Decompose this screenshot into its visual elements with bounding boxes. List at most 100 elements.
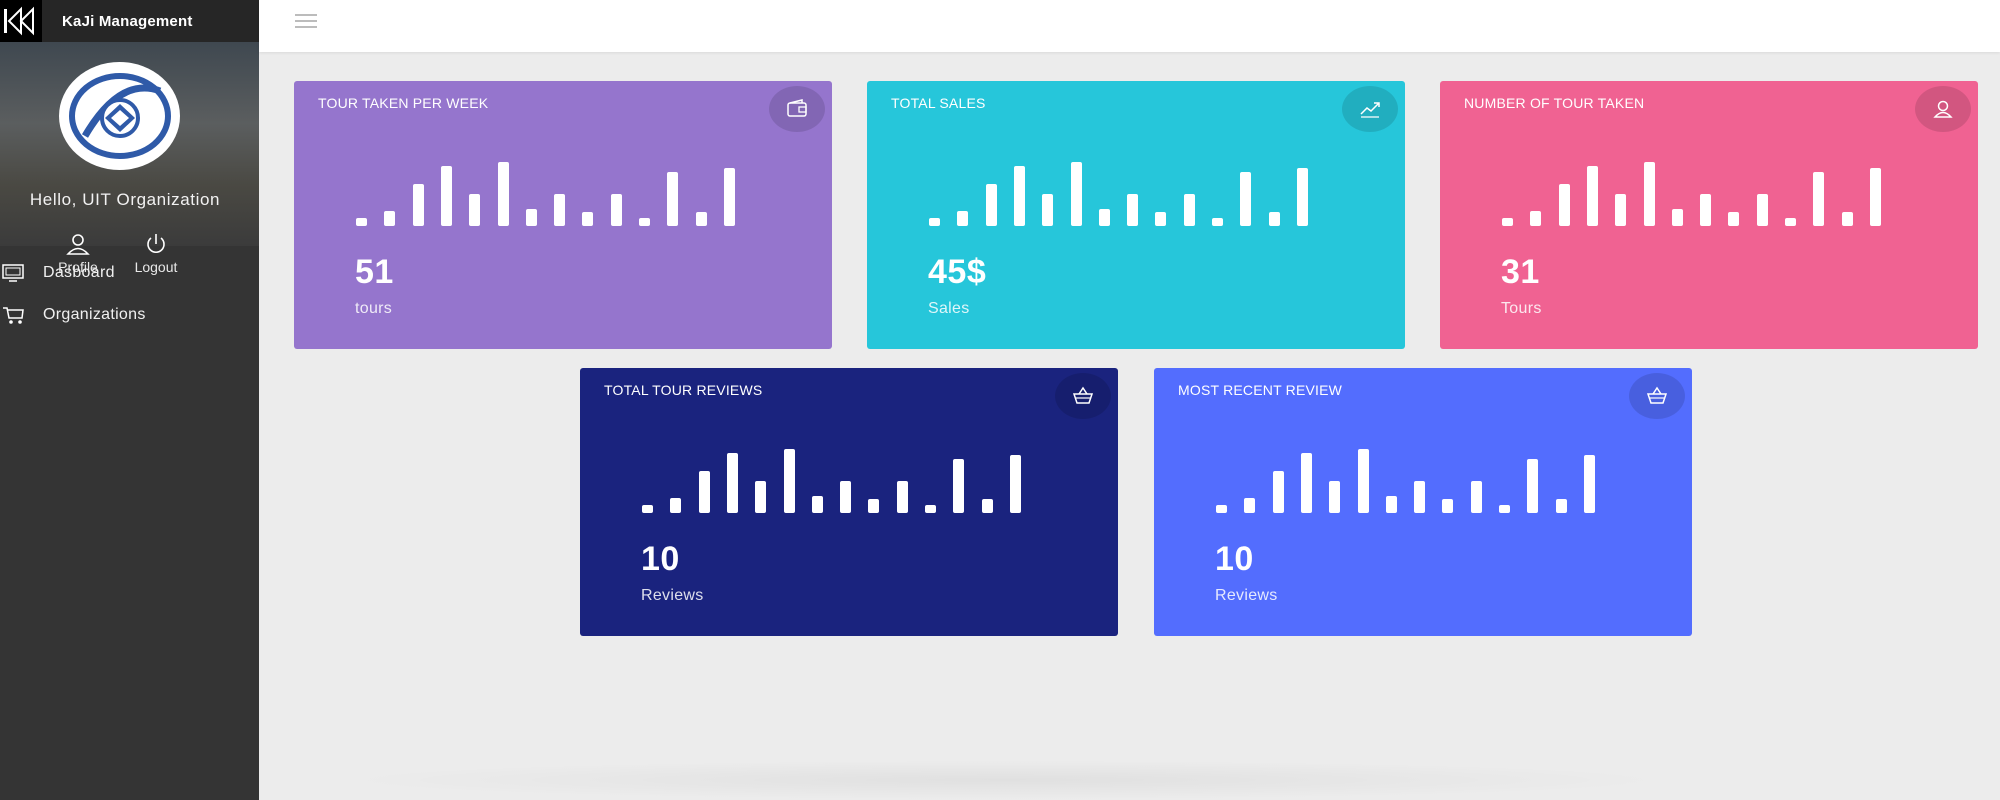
- stat-card-recent-review: MOST RECENT REVIEW 10 Reviews: [1154, 368, 1692, 636]
- sidebar-item-label: Dasboard: [43, 264, 115, 281]
- card-icon-button[interactable]: [769, 86, 825, 132]
- sparkline-bar: [1070, 162, 1082, 226]
- basket-icon: [1646, 386, 1668, 404]
- wallet-icon: [787, 99, 807, 117]
- sidebar-nav: Dasboard Organizations: [0, 252, 259, 336]
- sparkline-bar: [1470, 481, 1482, 513]
- sparkline-bar: [981, 499, 993, 513]
- sparkline-bar: [1756, 194, 1768, 226]
- sparkline-bar: [695, 212, 707, 226]
- card-title: TOTAL SALES: [891, 95, 986, 111]
- sparkline-bar: [1216, 505, 1227, 513]
- sparkline-bar: [642, 505, 653, 513]
- stat-card-tours-per-week: TOUR TAKEN PER WEEK 51 tours: [294, 81, 832, 349]
- sidebar-item-dashboard[interactable]: Dasboard: [0, 252, 259, 294]
- sparkline-bar: [440, 165, 452, 226]
- stat-card-total-sales: TOTAL SALES 45$ Sales: [867, 81, 1405, 349]
- card-title: TOTAL TOUR REVIEWS: [604, 382, 763, 398]
- sparkline-bar: [1042, 194, 1054, 226]
- sparkline-bar: [497, 162, 509, 226]
- monitor-icon: [2, 264, 24, 282]
- sparkline-bar: [554, 194, 566, 226]
- sparkline-bar: [868, 499, 880, 513]
- user-panel: Hello, UIT Organization Profile Logout: [0, 42, 259, 275]
- card-icon-button[interactable]: [1055, 373, 1111, 419]
- sparkline-bar: [1385, 495, 1397, 513]
- card-unit: Tours: [1501, 300, 1542, 317]
- sparkline-bar: [1127, 194, 1139, 226]
- footer-shadow: [330, 760, 1680, 800]
- sparkline-bar: [639, 218, 650, 226]
- sparkline-bar: [1244, 497, 1256, 513]
- sparkline-bar: [1013, 165, 1025, 226]
- sparkline-bar: [1009, 454, 1021, 513]
- sparkline-bar: [670, 497, 682, 513]
- card-value: 51: [355, 253, 394, 291]
- sparkline-bar: [667, 171, 679, 226]
- sparkline-bar: [356, 218, 367, 226]
- sparkline-chart: [1502, 156, 1882, 226]
- sparkline-chart: [929, 156, 1309, 226]
- card-title: TOUR TAKEN PER WEEK: [318, 95, 489, 111]
- sparkline-bar: [1502, 218, 1513, 226]
- stat-card-number-of-tours: NUMBER OF TOUR TAKEN 31 Tours: [1440, 81, 1978, 349]
- sparkline-bar: [1240, 171, 1252, 226]
- card-icon-button[interactable]: [1915, 86, 1971, 132]
- cart-icon: [3, 307, 24, 324]
- organization-logo-icon: [68, 73, 171, 159]
- sparkline-bar: [1155, 212, 1167, 226]
- sparkline-bar: [1643, 162, 1655, 226]
- avatar[interactable]: [59, 62, 180, 170]
- sidebar-item-label: Organizations: [43, 306, 146, 323]
- sparkline-bar: [1671, 208, 1683, 226]
- sparkline-bar: [610, 194, 622, 226]
- sparkline-bar: [840, 481, 852, 513]
- sparkline-chart: [356, 156, 736, 226]
- sparkline-bar: [1841, 212, 1853, 226]
- sparkline-bar: [896, 481, 908, 513]
- sparkline-bar: [1869, 167, 1881, 226]
- sparkline-bar: [1268, 212, 1280, 226]
- sparkline-bar: [1183, 194, 1195, 226]
- sparkline-bar: [1329, 481, 1341, 513]
- sparkline-bar: [783, 449, 795, 513]
- menu-toggle-icon[interactable]: [295, 14, 317, 30]
- sparkline-bar: [1296, 167, 1308, 226]
- card-icon-button[interactable]: [1629, 373, 1685, 419]
- user-icon: [1933, 100, 1953, 118]
- sparkline-bar: [755, 481, 767, 513]
- sparkline-bar: [384, 210, 396, 226]
- top-bar: [259, 0, 2000, 52]
- app-logo[interactable]: [0, 0, 42, 42]
- sparkline-bar: [1098, 208, 1110, 226]
- logo-icon: [4, 6, 34, 36]
- sparkline-bar: [1414, 481, 1426, 513]
- card-value: 10: [1215, 540, 1254, 578]
- card-value: 45$: [928, 253, 987, 291]
- sparkline-bar: [1499, 505, 1510, 513]
- sparkline-bar: [1530, 210, 1542, 226]
- brand-bar: KaJi Management: [0, 0, 259, 42]
- sparkline-bar: [985, 184, 997, 226]
- card-unit: Reviews: [1215, 587, 1278, 604]
- sparkline-bar: [953, 458, 965, 513]
- sparkline-bar: [957, 210, 969, 226]
- card-value: 31: [1501, 253, 1540, 291]
- sparkline-bar: [1558, 184, 1570, 226]
- sparkline-bar: [723, 167, 735, 226]
- sparkline-bar: [1555, 499, 1567, 513]
- card-icon-button[interactable]: [1342, 86, 1398, 132]
- sparkline-bar: [726, 452, 738, 513]
- basket-icon: [1072, 386, 1094, 404]
- sparkline-bar: [1527, 458, 1539, 513]
- sidebar-item-organizations[interactable]: Organizations: [0, 294, 259, 336]
- sparkline-chart: [1216, 443, 1596, 513]
- sparkline-bar: [1615, 194, 1627, 226]
- sparkline-bar: [582, 212, 594, 226]
- stat-card-total-reviews: TOTAL TOUR REVIEWS 10 Reviews: [580, 368, 1118, 636]
- card-unit: Reviews: [641, 587, 704, 604]
- card-title: MOST RECENT REVIEW: [1178, 382, 1343, 398]
- sparkline-bar: [1272, 471, 1284, 513]
- sparkline-bar: [698, 471, 710, 513]
- card-value: 10: [641, 540, 680, 578]
